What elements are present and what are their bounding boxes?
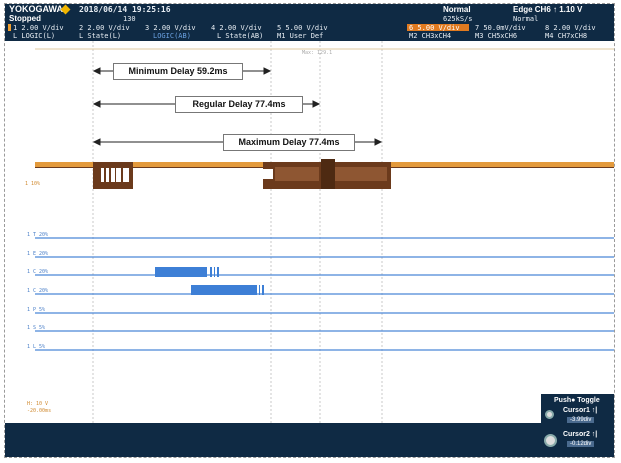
maximum-delay-annotation: Maximum Delay 77.4ms xyxy=(223,134,355,151)
minimum-delay-annotation: Minimum Delay 59.2ms xyxy=(113,63,243,80)
cursor-panel-title: Push● Toggle xyxy=(554,397,600,404)
footer-bar xyxy=(5,423,614,457)
ch3-logic: LOGIC(AB) xyxy=(153,32,191,40)
trigger-mode-2: Normal xyxy=(513,15,539,23)
bottom-label-1: H: 10 V xyxy=(27,401,49,407)
ch1-color-chip xyxy=(8,24,11,31)
digital-pulses xyxy=(155,267,264,295)
math3-def: M3 CH5xCH6 xyxy=(475,32,518,40)
digital-label-6: 1 S 5% xyxy=(27,325,46,331)
digital-rails xyxy=(35,237,614,351)
datetime: 2018/06/14 19:25:16 xyxy=(79,5,171,14)
ch6-scale[interactable]: 6 5.00 V/div xyxy=(409,24,460,32)
acquisition-count: 130 xyxy=(123,15,136,23)
cursor-panel[interactable]: Push● Toggle Cursor1 ↑| -3.99div Cursor2… xyxy=(541,394,614,457)
status-header: YOKOGAWA Stopped 2018/06/14 19:25:16 130… xyxy=(5,4,614,41)
ch2-scale[interactable]: 2 2.00 V/div xyxy=(79,24,130,32)
brand-label: YOKOGAWA xyxy=(9,4,64,14)
ch7-scale[interactable]: 7 50.0mV/div xyxy=(475,24,526,32)
math4-def: M4 CH7xCH8 xyxy=(545,32,588,40)
cursor2-value: -0.12div xyxy=(567,441,595,447)
bottom-label-2: -20.00ms xyxy=(27,408,52,414)
math1-def: M1 User Def xyxy=(277,32,324,40)
digital-label-5: 1 P 5% xyxy=(27,307,46,313)
top-marker: Max: 129.1 xyxy=(302,50,333,56)
ch1-logic: L LOGIC(L) xyxy=(13,32,56,40)
cursor1-value: -3.99div xyxy=(567,417,595,423)
digital-label-7: 1 L 5% xyxy=(27,344,46,350)
trigger-setting: Edge CH6 ↑ 1.10 V xyxy=(513,5,583,14)
ch4-state: L State(AB) xyxy=(217,32,264,40)
analog-traces xyxy=(35,159,614,189)
ch8-scale[interactable]: 8 2.00 V/div xyxy=(545,24,596,32)
acquisition-status: Stopped xyxy=(9,14,41,23)
ch1-scale[interactable]: 1 2.00 V/div xyxy=(13,24,64,32)
digital-label-3: 1 C 20% xyxy=(27,269,49,275)
digital-label-1: 1 T 20% xyxy=(27,232,49,238)
ch2-state: L State(L) xyxy=(79,32,122,40)
cursor2-knob-icon[interactable] xyxy=(544,434,557,447)
digital-label-2: 1 E 20% xyxy=(27,251,49,257)
waveform-canvas xyxy=(35,41,614,423)
ch5-scale[interactable]: 5 5.00 V/div xyxy=(277,24,328,32)
sample-rate: 625kS/s xyxy=(443,15,473,23)
cursor1-knob-icon[interactable] xyxy=(545,410,554,419)
trigger-mode: Normal xyxy=(443,5,471,14)
regular-delay-annotation: Regular Delay 77.4ms xyxy=(175,96,303,113)
oscilloscope-screen: YOKOGAWA Stopped 2018/06/14 19:25:16 130… xyxy=(4,3,615,458)
ch1-trace-label: 1 10% xyxy=(25,181,41,187)
ch3-scale[interactable]: 3 2.00 V/div xyxy=(145,24,196,32)
waveform-area[interactable]: Max: 129.1 1 10% 1 T 20% 1 E 20% 1 C 20%… xyxy=(5,41,614,423)
math2-def: M2 CH3xCH4 xyxy=(409,32,452,40)
cursor2-label[interactable]: Cursor2 ↑| xyxy=(563,431,597,438)
cursor1-label[interactable]: Cursor1 ↑| xyxy=(563,407,597,414)
digital-label-4: 1 C 20% xyxy=(27,288,49,294)
ch4-scale[interactable]: 4 2.00 V/div xyxy=(211,24,262,32)
